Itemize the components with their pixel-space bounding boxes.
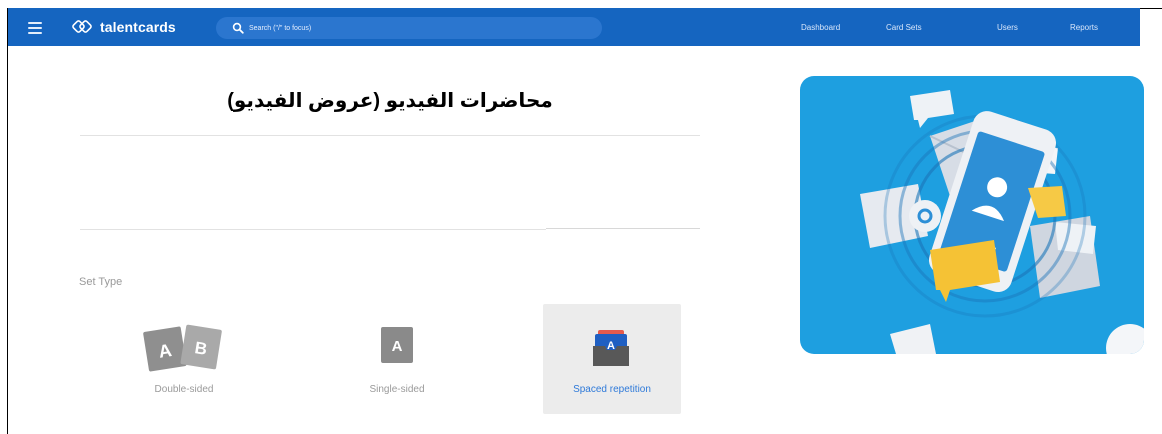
set-type-spaced-repetition[interactable]: A Spaced repetition	[543, 304, 681, 414]
description-underline-focus	[546, 228, 700, 229]
search-bar[interactable]: Search ("/" to focus)	[216, 17, 602, 39]
spaced-repetition-label: Spaced repetition	[573, 384, 651, 395]
nav-card-sets[interactable]: Card Sets	[886, 8, 922, 46]
description-underline	[80, 229, 546, 230]
double-sided-label: Double-sided	[154, 384, 214, 395]
nav-reports[interactable]: Reports	[1070, 8, 1098, 46]
nav-users[interactable]: Users	[997, 8, 1018, 46]
single-sided-icon: A	[381, 327, 413, 363]
window-top	[0, 0, 1162, 8]
title-underline	[80, 135, 700, 136]
set-title[interactable]: محاضرات الفيديو (عروض الفيديو)	[80, 88, 700, 113]
phone-communication-illustration	[800, 76, 1144, 354]
set-type-single-sided[interactable]: A Single-sided	[328, 304, 466, 414]
search-placeholder: Search ("/" to focus)	[249, 24, 312, 32]
set-type-double-sided[interactable]: A B Double-sided	[115, 304, 253, 414]
window-left-border	[7, 8, 8, 434]
window-right-border	[1139, 8, 1162, 9]
spaced-repetition-icon: A	[593, 330, 629, 366]
double-sided-icon: A B	[143, 324, 222, 372]
nav-dashboard[interactable]: Dashboard	[801, 8, 840, 46]
search-icon	[232, 22, 244, 34]
set-type-label: Set Type	[79, 276, 123, 288]
brand-name: talentcards	[100, 19, 176, 35]
single-sided-label: Single-sided	[369, 384, 425, 395]
svg-text:A: A	[392, 338, 403, 355]
talentcards-logo[interactable]: talentcards	[72, 17, 176, 37]
cover-image[interactable]	[800, 76, 1144, 354]
hamburger-menu-icon[interactable]	[28, 20, 42, 34]
logo-cards-icon	[72, 20, 92, 33]
top-navigation-bar: talentcards Search ("/" to focus) Dashbo…	[8, 8, 1140, 46]
